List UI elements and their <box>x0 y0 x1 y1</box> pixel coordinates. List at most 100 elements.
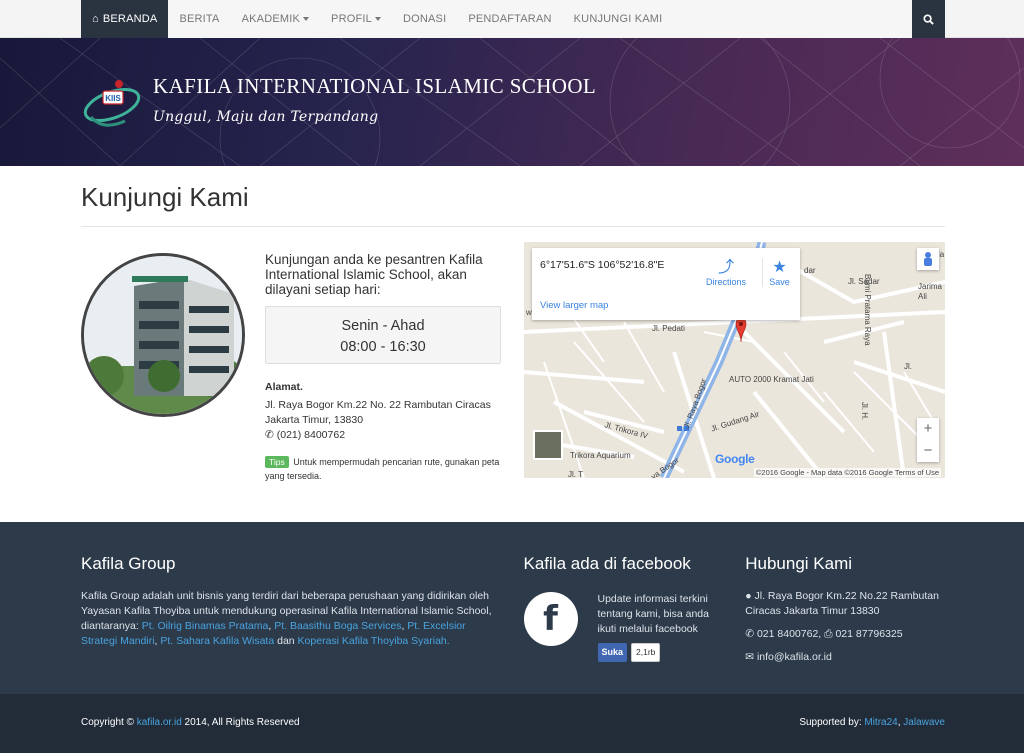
copyright-suffix: 2014, All Rights Reserved <box>181 717 300 728</box>
group-link[interactable]: Pt. Sahara Kafila Wisata <box>160 635 274 647</box>
google-map[interactable]: Jl. Pedati AUTO 2000 Kramat Jati Jl. Tri… <box>524 242 945 478</box>
nav-label: DONASI <box>402 13 447 25</box>
group-link-and: dan <box>274 635 298 647</box>
facebook-box: f Update informasi terkini tentang kami,… <box>523 592 746 662</box>
supported-prefix: Supported by: <box>799 717 865 728</box>
map-label: Jl. H. <box>860 402 869 421</box>
opening-hours: Senin - Ahad 08:00 - 16:30 <box>265 306 501 364</box>
zoom-in-button[interactable]: + <box>917 418 939 440</box>
footer-contact-col: Hubungi Kami ● Jl. Raya Bogor Km.22 No.2… <box>745 554 945 673</box>
tips-badge: Tips <box>265 456 289 468</box>
copyright-prefix: Copyright © <box>81 717 137 728</box>
nav-item-kunjungi-kami[interactable]: KUNJUNGI KAMI <box>563 0 674 38</box>
header-text: KAFILA INTERNATIONAL ISLAMIC SCHOOL Ungg… <box>153 74 596 125</box>
footer-group-col: Kafila Group Kafila Group adalah unit bi… <box>81 554 501 673</box>
tips-note: Tips Untuk mempermudah pencarian rute, g… <box>265 455 501 483</box>
contact-fax-text: 021 87796325 <box>835 628 903 640</box>
contact-phone-text: 021 8400762, <box>756 628 822 640</box>
facebook-like-label: Suka <box>601 647 624 657</box>
copyright-site-link[interactable]: kafila.or.id <box>137 717 182 728</box>
map-info-card: 6°17'51.6"S 106°52'16.8"E View larger ma… <box>532 248 800 320</box>
building-image <box>81 253 245 417</box>
facebook-like: Suka 2,1rb <box>597 643 718 662</box>
facebook-text: Update informasi terkini tentang kami, b… <box>597 593 710 635</box>
contact-email-text: info@kafila.or.id <box>756 651 832 663</box>
contact-list: ● Jl. Raya Bogor Km.22 No.22 Rambutan Ci… <box>745 589 945 665</box>
site-header: KIIS KAFILA INTERNATIONAL ISLAMIC SCHOOL… <box>0 38 1024 166</box>
navbar-inner: ⌂ BERANDA BERITA AKADEMIK PROFIL DONASI … <box>81 0 945 38</box>
nav-label: AKADEMIK <box>241 13 301 25</box>
facebook-like-button[interactable]: Suka <box>597 643 628 662</box>
tips-text: Untuk mempermudah pencarian rute, gunaka… <box>265 457 500 481</box>
home-icon: ⌂ <box>92 13 99 25</box>
caret-down-icon <box>303 17 310 21</box>
address-block: Jl. Raya Bogor Km.22 No. 22 Rambutan Cir… <box>265 398 501 443</box>
contact-phone: ✆ 021 8400762, ⎙ 021 87796325 <box>745 627 945 642</box>
facebook-icon[interactable]: f <box>523 592 578 646</box>
logo-text: KIIS <box>105 94 121 103</box>
map-footer: ©2016 Google - Map data ©2016 Google Ter… <box>524 466 945 478</box>
nav-item-donasi[interactable]: DONASI <box>392 0 457 38</box>
pegman-icon <box>924 252 932 266</box>
map-label: Bumi Pratama Raya <box>863 274 872 346</box>
page-title: Kunjungi Kami <box>81 166 945 227</box>
directions-label: Directions <box>705 277 746 287</box>
contact-address: ● Jl. Raya Bogor Km.22 No.22 Rambutan Ci… <box>745 589 945 619</box>
navbar: ⌂ BERANDA BERITA AKADEMIK PROFIL DONASI … <box>0 0 1024 38</box>
google-logo: Google <box>715 452 755 466</box>
view-larger-map-link[interactable]: View larger map <box>540 300 608 311</box>
map-label: Ali <box>918 292 927 301</box>
nav-label: PROFIL <box>331 13 372 25</box>
nav-item-profil[interactable]: PROFIL <box>320 0 392 38</box>
supporter-link[interactable]: Jalawave <box>903 717 945 728</box>
contact-address-text: Jl. Raya Bogor Km.22 No.22 Rambutan Cira… <box>745 590 939 617</box>
nav-item-pendaftaran[interactable]: PENDAFTARAN <box>457 0 562 38</box>
save-button[interactable]: ★ Save <box>762 258 796 287</box>
phone-icon: ✆ <box>745 628 755 640</box>
address-title: Alamat. <box>265 381 303 393</box>
map-label: AUTO 2000 Kramat Jati <box>729 375 814 384</box>
school-logo[interactable]: KIIS <box>81 71 143 133</box>
street-view-pegman[interactable] <box>917 248 939 270</box>
map-label: Trikora Aquarium <box>570 451 631 460</box>
map-coordinates: 6°17'51.6"S 106°52'16.8"E <box>540 259 665 271</box>
map-label: Jarima <box>918 282 943 291</box>
main-content: Kunjungi Kami Kunjungan anda ke pesantre… <box>81 166 945 481</box>
nav-label: BERITA <box>179 13 220 25</box>
school-tagline: Unggul, Maju dan Terpandang <box>153 108 379 125</box>
nav-label: KUNJUNGI KAMI <box>573 13 663 25</box>
search-button[interactable] <box>912 0 945 38</box>
facebook-like-count: 2,1rb <box>631 643 661 662</box>
footer-group-text: Kafila Group adalah unit bisnis yang ter… <box>81 589 501 649</box>
nav-label: PENDAFTARAN <box>468 13 552 25</box>
directions-button[interactable]: ⤴ Directions <box>704 258 748 287</box>
group-link[interactable]: Pt. Oilrig Binamas Pratama <box>142 620 269 632</box>
zoom-controls: + − <box>917 418 939 462</box>
directions-icon: ⤴ <box>717 259 734 276</box>
group-link[interactable]: Koperasi Kafila Thoyiba Syariah. <box>298 635 450 647</box>
nav-item-beranda[interactable]: ⌂ BERANDA <box>81 0 169 38</box>
footer-group-title: Kafila Group <box>81 554 176 573</box>
hours-days: Senin - Ahad <box>341 318 425 334</box>
copyright-bar: Copyright © kafila.or.id 2014, All Right… <box>0 694 1024 753</box>
visit-text: Kunjungan anda ke pesantren Kafila Inter… <box>265 252 483 297</box>
copyright-inner: Copyright © kafila.or.id 2014, All Right… <box>81 694 945 728</box>
address-line: Jakarta Timur, 13830 <box>265 414 364 426</box>
site-footer: Kafila Group Kafila Group adalah unit bi… <box>0 522 1024 694</box>
map-attribution: ©2016 Google - Map data ©2016 Google Ter… <box>753 468 941 477</box>
satellite-toggle[interactable] <box>533 430 563 460</box>
nav-item-akademik[interactable]: AKADEMIK <box>231 0 320 38</box>
copyright-text: Copyright © kafila.or.id 2014, All Right… <box>81 717 300 728</box>
nav-item-berita[interactable]: BERITA <box>168 0 230 38</box>
hours-time: 08:00 - 16:30 <box>340 339 426 355</box>
building-illustration <box>84 256 242 414</box>
zoom-out-button[interactable]: − <box>917 440 939 462</box>
fax-icon: ⎙ <box>824 628 833 640</box>
visit-info: Kunjungan anda ke pesantren Kafila Inter… <box>265 242 501 481</box>
envelope-icon: ✉ <box>745 651 755 663</box>
contact-email[interactable]: ✉ info@kafila.or.id <box>745 650 945 665</box>
supporter-link[interactable]: Mitra24 <box>864 717 897 728</box>
footer-inner: Kafila Group Kafila Group adalah unit bi… <box>81 522 945 673</box>
supported-by: Supported by: Mitra24, Jalawave <box>799 717 945 728</box>
group-link[interactable]: Pt. Baasithu Boga Services <box>274 620 401 632</box>
